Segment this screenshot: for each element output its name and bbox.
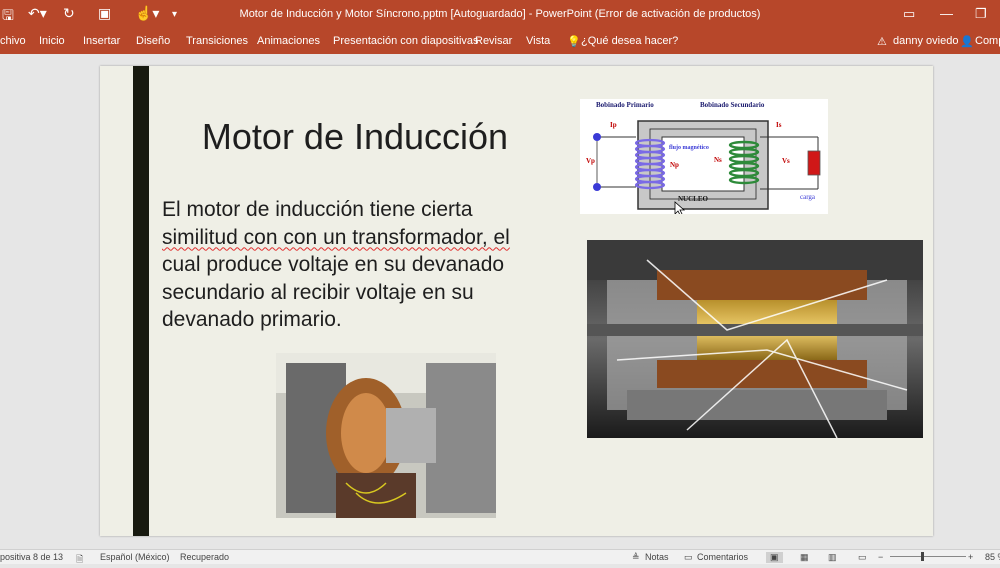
ns-label: Ns [714, 156, 722, 164]
share-button[interactable]: Comp [975, 35, 1000, 47]
slide-title[interactable]: Motor de Inducción [160, 116, 550, 158]
window-title: Motor de Inducción y Motor Síncrono.pptm… [239, 8, 761, 20]
zoom-slider-thumb[interactable] [921, 552, 924, 561]
user-name[interactable]: danny oviedo [893, 35, 958, 47]
restore-button[interactable]: ❐ [975, 6, 987, 22]
tab-insert[interactable]: Insertar [83, 35, 120, 47]
np-label: Np [670, 161, 679, 169]
lightbulb-icon: 💡 [567, 36, 581, 48]
comments-button[interactable]: Comentarios [697, 552, 748, 562]
tab-slideshow[interactable]: Presentación con diapositivas [333, 35, 479, 47]
body-line: similitud con con un transformador, el [162, 224, 562, 252]
slide-body-text[interactable]: El motor de inducción tiene cierta simil… [162, 196, 562, 334]
zoom-out-button[interactable]: − [878, 552, 883, 562]
minimize-button[interactable]: — [940, 6, 953, 21]
is-label: Is [776, 121, 782, 129]
tell-me-input[interactable]: ¿Qué desea hacer? [581, 35, 678, 47]
secondary-coil [728, 140, 760, 185]
tab-file[interactable]: chivo [0, 35, 26, 47]
body-line: secundario al recibir voltaje en su [162, 280, 474, 304]
zoom-in-button[interactable]: + [968, 552, 973, 562]
tab-animations[interactable]: Animaciones [257, 35, 320, 47]
ribbon-tabs: chivo Inicio Insertar Diseño Transicione… [0, 30, 1000, 54]
person-icon: 👤 [960, 36, 974, 48]
slideshow-view-icon[interactable]: ▭ [858, 552, 867, 563]
tab-design[interactable]: Diseño [136, 35, 170, 47]
terminal-icon [593, 133, 601, 141]
slide-sorter-icon[interactable]: ▦ [800, 552, 809, 563]
recovered-status: Recuperado [180, 552, 230, 562]
normal-view-icon[interactable]: ▣ [766, 552, 783, 563]
status-bar: positiva 8 de 13 🗎 Español (México) Recu… [0, 549, 1000, 564]
language-indicator[interactable]: Español (México) [100, 552, 170, 562]
body-line-text: similitud con con un transformador, el [162, 225, 510, 249]
slide-counter[interactable]: positiva 8 de 13 [0, 552, 63, 562]
zoom-level[interactable]: 85 % [985, 552, 1000, 562]
comments-icon: ▭ [684, 552, 693, 562]
vp-label: Vp [586, 157, 595, 165]
primary-winding-label: Bobinado Primario [596, 101, 654, 109]
warning-icon: ⚠ [877, 36, 887, 48]
spellcheck-icon[interactable]: 🗎 [76, 552, 83, 568]
terminal-icon [593, 183, 601, 191]
ip-label: Ip [610, 121, 617, 129]
notes-button[interactable]: Notas [645, 552, 669, 562]
notes-icon: ≜ [632, 552, 640, 562]
body-line: El motor de inducción tiene cierta [162, 198, 473, 221]
tab-review[interactable]: Revisar [475, 35, 512, 47]
slide-decor-bar [133, 66, 149, 536]
title-bar: 🖫 ↶▾ ↻ ▣ ☝▾ ▾ Motor de Inducción y Motor… [0, 0, 1000, 30]
secondary-winding-label: Bobinado Secundario [700, 101, 765, 109]
zoom-slider-track[interactable] [890, 556, 966, 557]
ribbon-display-options-icon[interactable]: ▭ [903, 6, 915, 22]
tab-home[interactable]: Inicio [39, 35, 65, 47]
vs-label: Vs [782, 157, 790, 165]
load-label: carga [800, 193, 816, 201]
tab-view[interactable]: Vista [526, 35, 550, 47]
motor-photo-image[interactable] [587, 240, 923, 438]
transformer-diagram[interactable]: Bobinado Primario Bobinado Secundario Vp… [580, 99, 828, 214]
load-resistor [807, 150, 821, 176]
reading-view-icon[interactable]: ▥ [828, 552, 837, 563]
tab-transitions[interactable]: Transiciones [186, 35, 248, 47]
body-line: cual produce voltaje en su devanado [162, 253, 505, 276]
primary-circuit [597, 136, 636, 188]
flux-label: flujo magnético [669, 145, 709, 151]
core-label: NUCLEO [678, 195, 709, 203]
body-line: devanado primario. [162, 308, 342, 331]
winding-photo-image[interactable] [276, 353, 496, 518]
slide-canvas[interactable]: Motor de Inducción El motor de inducción… [100, 66, 933, 536]
